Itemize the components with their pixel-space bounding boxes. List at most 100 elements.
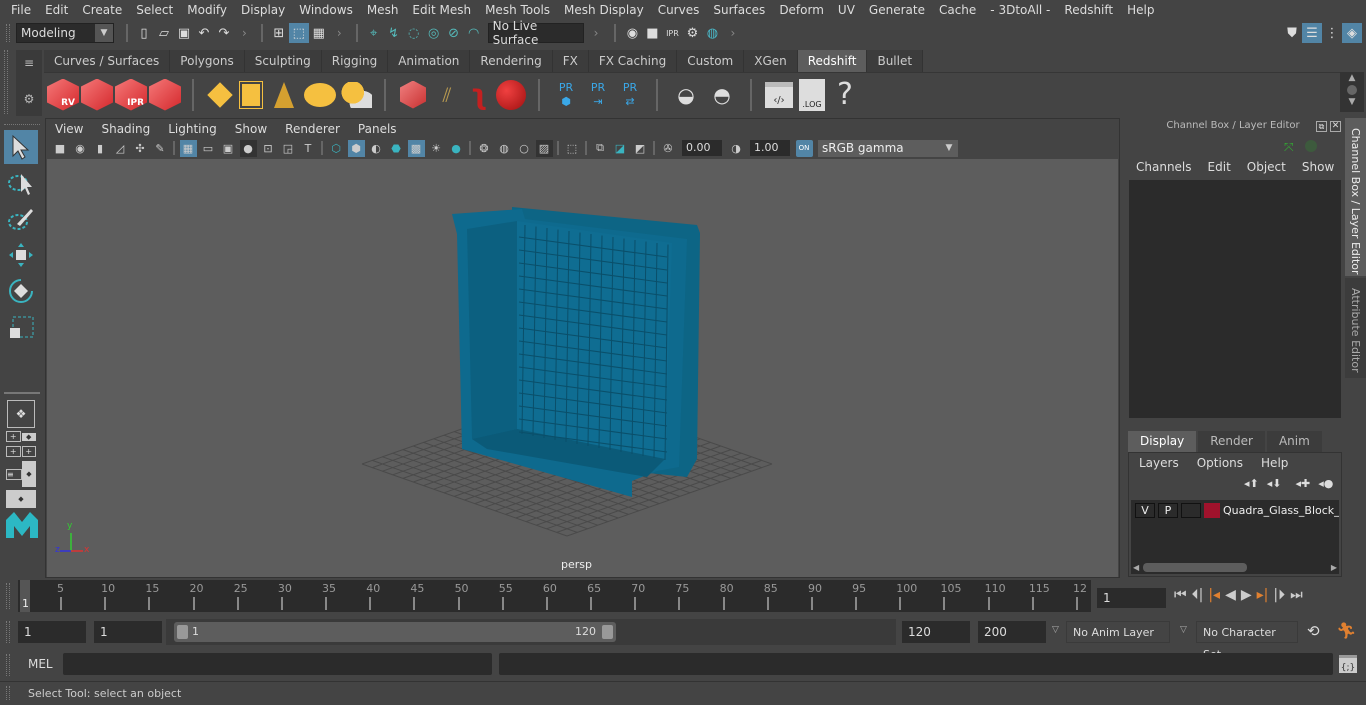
- isolate-select-icon[interactable]: ⬚: [564, 140, 581, 157]
- shelf-scrollbar[interactable]: ▲ ▼: [1340, 72, 1364, 112]
- shelf-tab-xgen[interactable]: XGen: [744, 50, 798, 72]
- snap-surface-icon[interactable]: ⊘: [444, 23, 464, 43]
- redshift-volume-icon[interactable]: ʅ: [466, 78, 492, 111]
- scroll-down-icon[interactable]: ▼: [1340, 96, 1364, 108]
- image-plane-icon[interactable]: ◿: [112, 140, 129, 157]
- ipr-render-icon[interactable]: IPR: [662, 23, 682, 43]
- shelf-tab-polygons[interactable]: Polygons: [170, 50, 245, 72]
- safe-action-icon[interactable]: ◲: [280, 140, 297, 157]
- camera-attributes-icon[interactable]: ◉: [72, 140, 89, 157]
- move-tool[interactable]: [4, 238, 38, 272]
- safe-title-icon[interactable]: T: [300, 140, 317, 157]
- range-start-handle[interactable]: [177, 625, 188, 639]
- go-to-end-icon[interactable]: ⏭: [1290, 587, 1303, 603]
- menu-curves[interactable]: Curves: [651, 3, 707, 17]
- default-material-icon[interactable]: ◐: [368, 140, 385, 157]
- redshift-sphere-icon[interactable]: [496, 79, 526, 110]
- attribute-editor-toggle-icon[interactable]: ☰: [1302, 23, 1322, 43]
- start-time-field[interactable]: 1: [18, 621, 86, 643]
- current-frame-field[interactable]: 1: [1097, 588, 1166, 608]
- camera-select-icon[interactable]: ■: [52, 140, 69, 157]
- anti-aliasing-icon[interactable]: ○: [516, 140, 533, 157]
- end-time-field[interactable]: 200: [978, 621, 1046, 643]
- menu-surfaces[interactable]: Surfaces: [706, 3, 772, 17]
- layer-tab-render[interactable]: Render: [1198, 431, 1265, 452]
- side-tab-attribute-editor[interactable]: Attribute Editor: [1345, 278, 1366, 378]
- redshift-area-light-icon[interactable]: [239, 80, 263, 109]
- redshift-rv-icon[interactable]: RV: [47, 78, 79, 111]
- collapse-icon[interactable]: ›: [594, 26, 599, 40]
- range-end-handle[interactable]: [602, 625, 613, 639]
- lasso-tool[interactable]: [4, 166, 38, 200]
- xray-icon[interactable]: ⧉: [592, 140, 609, 157]
- redo-icon[interactable]: ↷: [214, 23, 234, 43]
- channel-box-menu-object[interactable]: Object: [1239, 160, 1294, 174]
- close-icon[interactable]: ✕: [1330, 121, 1341, 132]
- menu-edit-mesh[interactable]: Edit Mesh: [405, 3, 478, 17]
- undo-icon[interactable]: ↶: [194, 23, 214, 43]
- redshift-proxy-icon[interactable]: [400, 80, 426, 109]
- playback-end-field[interactable]: 120: [902, 621, 970, 643]
- redshift-light-icon[interactable]: [207, 81, 233, 108]
- shelf-tab-redshift[interactable]: Redshift: [797, 50, 868, 72]
- character-set-field[interactable]: No Character Set: [1196, 621, 1298, 661]
- range-slider[interactable]: 1 120: [174, 622, 616, 642]
- auto-key-icon[interactable]: ⟲: [1307, 622, 1320, 640]
- menu-redshift[interactable]: Redshift: [1057, 3, 1120, 17]
- redshift-sun-sky-icon[interactable]: [340, 81, 372, 108]
- outliner-persp-layout[interactable]: ≡ ◆: [6, 460, 36, 488]
- viewport-menu-shading[interactable]: Shading: [92, 120, 159, 138]
- channel-box-toggle-icon[interactable]: ◈: [1342, 23, 1362, 43]
- go-to-start-icon[interactable]: ⏮: [1174, 587, 1187, 603]
- help-grip[interactable]: [6, 686, 10, 700]
- channel-box-area[interactable]: [1129, 180, 1341, 418]
- redshift-spot-icon[interactable]: [274, 81, 294, 108]
- collapse-icon[interactable]: ›: [337, 26, 342, 40]
- resolution-gate-icon[interactable]: ▣: [220, 140, 237, 157]
- render-settings-icon[interactable]: ⚙: [682, 23, 702, 43]
- new-scene-icon[interactable]: ▯: [134, 23, 154, 43]
- menu-cache[interactable]: Cache: [932, 3, 983, 17]
- collapse-icon[interactable]: ›: [242, 26, 247, 40]
- shelf-tab-fx[interactable]: FX: [552, 50, 589, 72]
- script-editor-icon[interactable]: {;}: [1339, 655, 1357, 673]
- help-icon[interactable]: ?: [834, 78, 856, 111]
- bookmark-icon[interactable]: ▮: [92, 140, 109, 157]
- toolbox-grip[interactable]: [4, 124, 40, 128]
- pr-export-icon[interactable]: PR ⬢: [553, 81, 579, 109]
- viewport-menu-view[interactable]: View: [46, 120, 92, 138]
- live-surface-icon[interactable]: ◠: [464, 23, 484, 43]
- anim-layer-field[interactable]: No Anim Layer: [1066, 621, 1170, 643]
- pr-import-icon[interactable]: PR ⇥: [585, 81, 611, 109]
- xray-components-icon[interactable]: ◩: [632, 140, 649, 157]
- motion-blur-icon[interactable]: ◍: [496, 140, 513, 157]
- snap-view-plane-icon[interactable]: ◎: [424, 23, 444, 43]
- menu-windows[interactable]: Windows: [292, 3, 360, 17]
- command-grip[interactable]: [6, 654, 10, 676]
- snap-curve-icon[interactable]: ↯: [384, 23, 404, 43]
- channel-box-menu-show[interactable]: Show: [1294, 160, 1342, 174]
- 2d-pan-zoom-icon[interactable]: ✣: [132, 140, 149, 157]
- playback-start-field[interactable]: 1: [94, 621, 162, 643]
- layer-menu-help[interactable]: Help: [1252, 456, 1297, 470]
- viewport-menu-show[interactable]: Show: [226, 120, 276, 138]
- color-management-toggle[interactable]: ON: [795, 139, 813, 157]
- menu-3dtoall[interactable]: - 3DtoAll -: [983, 3, 1057, 17]
- range-grip[interactable]: [6, 621, 10, 643]
- menu-help[interactable]: Help: [1120, 3, 1161, 17]
- step-back-frame-icon[interactable]: ⏴|: [1192, 587, 1204, 603]
- layer-color-swatch[interactable]: [1204, 502, 1220, 518]
- channel-box-menu-edit[interactable]: Edit: [1200, 160, 1239, 174]
- shadows-icon[interactable]: ●: [448, 140, 465, 157]
- grid-icon[interactable]: ▦: [179, 139, 197, 157]
- xray-joints-icon[interactable]: ◪: [612, 140, 629, 157]
- save-scene-icon[interactable]: ▣: [174, 23, 194, 43]
- bake-icon[interactable]: ◒: [671, 83, 701, 107]
- side-tab-channel-box[interactable]: Channel Box / Layer Editor: [1345, 118, 1366, 276]
- scroll-up-icon[interactable]: ▲: [1340, 72, 1364, 84]
- render-frame-icon[interactable]: ■: [642, 23, 662, 43]
- time-slider[interactable]: 1 5 10 15 20 25 30 35 40 45 50 55 60 65 70 75 80 85 90 95 1…: [18, 580, 1091, 612]
- live-surface-field[interactable]: No Live Surface: [487, 19, 584, 47]
- new-layer-from-selected-icon[interactable]: ◂●: [1318, 477, 1333, 490]
- scale-tool[interactable]: [4, 310, 38, 344]
